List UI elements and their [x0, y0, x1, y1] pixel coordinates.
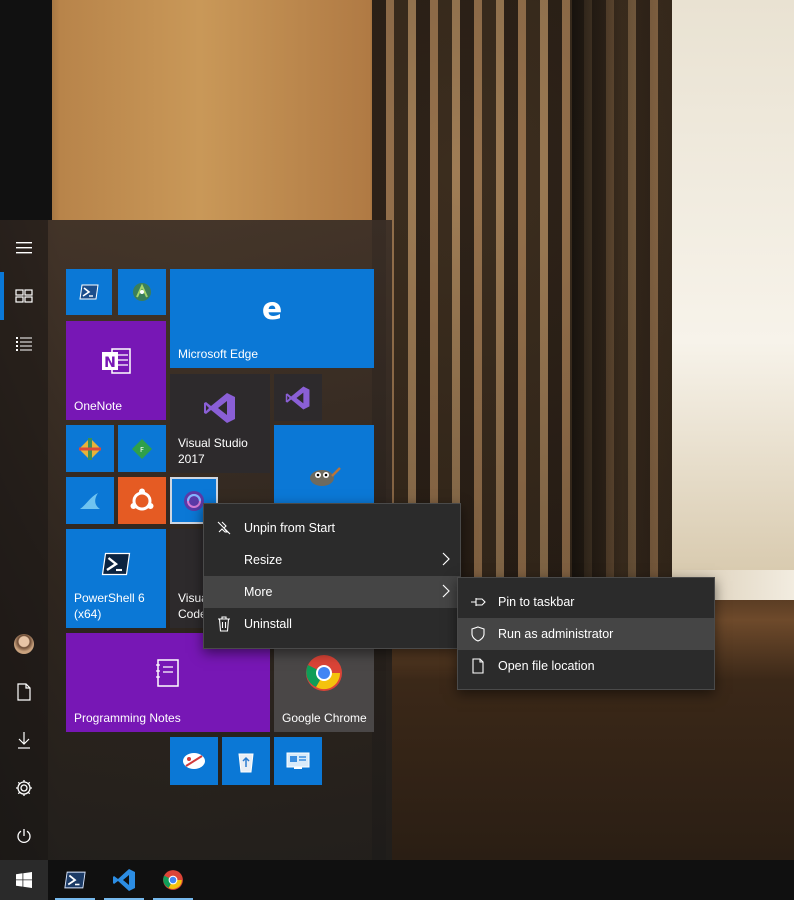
gear-icon	[16, 780, 32, 796]
tile-app-bottom-1[interactable]	[170, 737, 218, 785]
tile-label: PowerShell 6 (x64)	[74, 591, 145, 621]
taskbar-powershell[interactable]	[51, 860, 99, 900]
tile-powershell-small[interactable]	[66, 269, 112, 315]
chevron-right-icon	[442, 552, 450, 566]
tile-label: Programming Notes	[74, 711, 181, 725]
tile-app-small-1[interactable]	[66, 425, 114, 472]
tile-android-studio[interactable]	[118, 269, 166, 315]
user-avatar	[14, 634, 34, 654]
pin-icon	[471, 598, 486, 606]
onenote-icon: N	[102, 347, 131, 374]
menu-item-more[interactable]: More	[204, 576, 460, 608]
power-button[interactable]	[0, 812, 48, 860]
power-icon	[17, 829, 31, 844]
powershell-icon	[64, 871, 86, 889]
recycle-bin-icon	[238, 753, 254, 773]
menu-item-uninstall[interactable]: Uninstall	[204, 608, 460, 640]
android-studio-icon	[133, 283, 151, 301]
all-apps-list-icon	[16, 337, 32, 351]
tile-visual-studio-2017[interactable]: Visual Studio 2017	[170, 374, 270, 473]
app-green-diamond-icon: F	[132, 438, 152, 459]
tile-control-panel[interactable]	[274, 737, 322, 785]
unpin-icon	[217, 521, 231, 535]
menu-item-resize[interactable]: Resize	[204, 544, 460, 576]
vscode-icon	[113, 869, 135, 891]
tile-label: OneNote	[74, 399, 123, 413]
tile-label: Google Chrome	[282, 711, 367, 725]
powershell-icon	[101, 552, 131, 575]
expand-menu-button[interactable]	[0, 224, 48, 272]
menu-item-unpin[interactable]: Unpin from Start	[204, 512, 460, 544]
all-apps-button[interactable]	[0, 320, 48, 368]
svg-text:e: e	[262, 295, 282, 323]
tile-ubuntu[interactable]	[118, 477, 166, 524]
trash-icon	[218, 616, 230, 632]
wallpaper-window-light	[660, 0, 794, 570]
tile-app-shark[interactable]	[66, 477, 114, 524]
shield-icon	[471, 626, 485, 642]
powershell-icon	[79, 284, 99, 300]
taskbar-chrome[interactable]	[149, 860, 197, 900]
windows-logo-icon	[16, 872, 32, 888]
document-icon	[17, 683, 31, 701]
tile-label: Visual Studio 2017	[178, 436, 248, 466]
chrome-icon	[306, 654, 342, 691]
snipping-icon	[183, 753, 205, 769]
taskbar-vscode[interactable]	[100, 860, 148, 900]
wallpaper-shadow	[0, 0, 52, 220]
tile-context-menu: Unpin from Start Resize More Uninstall	[203, 503, 461, 649]
menu-item-run-as-administrator[interactable]: Run as administrator	[458, 618, 714, 650]
start-rail	[0, 220, 48, 860]
downloads-button[interactable]	[0, 716, 48, 764]
hamburger-icon	[16, 242, 32, 254]
visual-studio-icon	[285, 386, 310, 409]
tiles-view-icon	[15, 289, 33, 303]
menu-item-label: Uninstall	[244, 617, 292, 631]
menu-item-label: More	[244, 585, 273, 599]
menu-item-label: Unpin from Start	[244, 521, 336, 535]
svg-text:N: N	[104, 355, 116, 371]
visual-studio-icon	[204, 392, 235, 423]
menu-item-label: Pin to taskbar	[498, 595, 575, 609]
documents-button[interactable]	[0, 668, 48, 716]
chrome-icon	[163, 870, 183, 890]
tile-label: Microsoft Edge	[178, 347, 259, 361]
tile-app-small-2[interactable]: F	[118, 425, 166, 472]
tile-onenote[interactable]: N OneNote	[66, 321, 166, 420]
tile-powershell-6[interactable]: PowerShell 6 (x64)	[66, 529, 166, 628]
svg-text:F: F	[140, 446, 144, 454]
menu-item-label: Resize	[244, 553, 283, 567]
ubuntu-icon	[130, 488, 154, 510]
app-diamond-icon	[79, 437, 101, 460]
menu-item-pin-to-taskbar[interactable]: Pin to taskbar	[458, 586, 714, 618]
gimp-icon	[310, 466, 341, 486]
notebook-icon	[156, 658, 179, 687]
settings-button[interactable]	[0, 764, 48, 812]
start-button[interactable]	[0, 860, 48, 900]
file-icon	[472, 658, 484, 674]
tile-visual-studio-small[interactable]	[274, 374, 322, 421]
more-submenu: Pin to taskbar Run as administrator Open…	[457, 577, 715, 690]
tile-recycle-bin[interactable]	[222, 737, 270, 785]
menu-item-open-file-location[interactable]: Open file location	[458, 650, 714, 682]
user-account-button[interactable]	[0, 620, 48, 668]
chevron-right-icon	[442, 584, 450, 598]
download-icon	[18, 732, 30, 749]
menu-item-label: Open file location	[498, 659, 595, 673]
control-panel-icon	[286, 752, 310, 769]
menu-item-label: Run as administrator	[498, 627, 614, 641]
edge-icon: e	[262, 295, 282, 323]
tiles-view-button[interactable]	[0, 272, 48, 320]
taskbar	[0, 860, 794, 900]
tile-microsoft-edge[interactable]: e Microsoft Edge	[170, 269, 374, 368]
fin-icon	[80, 492, 100, 509]
